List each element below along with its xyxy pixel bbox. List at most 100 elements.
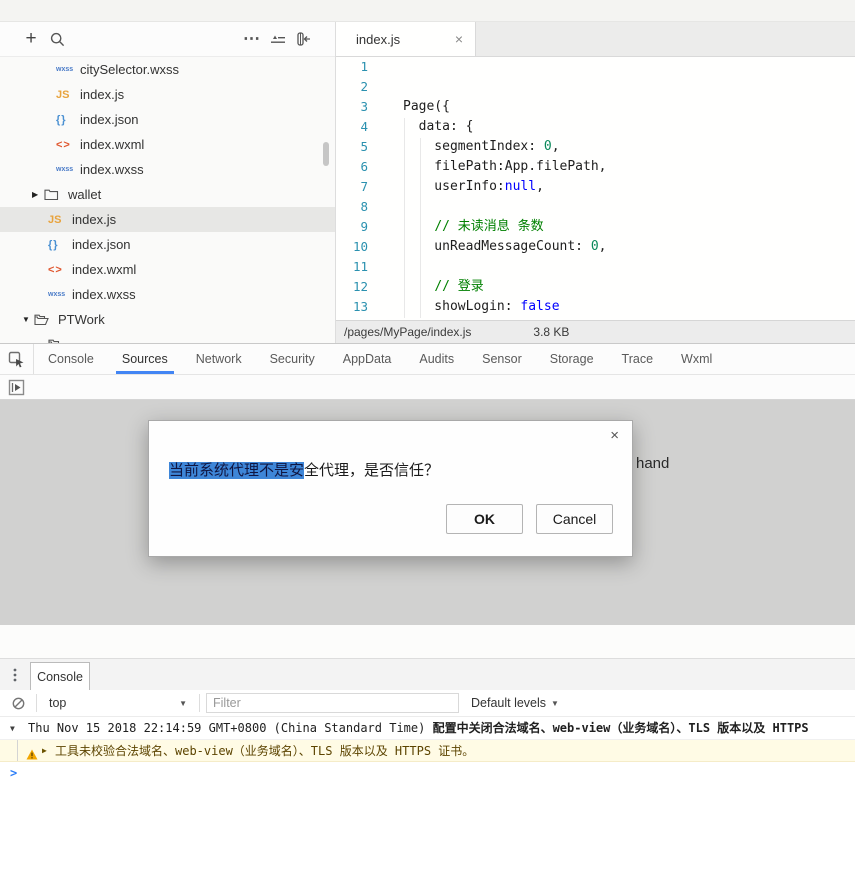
tab-storage[interactable]: Storage xyxy=(536,344,608,374)
wxml-icon: <> xyxy=(56,138,71,151)
stage-bottom-gap xyxy=(0,625,855,658)
search-icon[interactable] xyxy=(44,28,70,50)
tree-file-index-wxml[interactable]: <> index.wxml xyxy=(0,132,335,157)
tree-folder-PTWork[interactable]: ▼ PTWork xyxy=(0,307,335,332)
dialog-close-icon[interactable]: × xyxy=(610,427,619,444)
dialog-message-selected: 当前系统代理不是安 xyxy=(169,462,305,479)
json-icon: {} xyxy=(56,113,67,126)
editor-status-bar: /pages/MyPage/index.js 3.8 KB xyxy=(336,320,855,343)
editor-tab-bar: index.js × xyxy=(336,22,855,57)
add-file-icon[interactable]: + xyxy=(18,28,44,50)
collapsed-arrow-icon[interactable]: ▶ xyxy=(32,190,44,199)
wechat-devtools-window: + ⋯ wxss citySelector.wxss JS index.js {} ind… xyxy=(0,0,855,887)
filter-input[interactable] xyxy=(206,693,459,713)
code-line-8: 8 xyxy=(336,197,855,217)
code-line-12: 12 // 登录 xyxy=(336,277,855,297)
kebab-menu-icon[interactable] xyxy=(0,659,30,690)
inspect-element-icon[interactable] xyxy=(0,344,34,374)
tree-item-label: citySelector.wxss xyxy=(80,62,179,77)
code-line-9: 9 // 未读消息 条数 xyxy=(336,217,855,237)
tree-scrollbar[interactable] xyxy=(323,142,329,166)
line-number: 2 xyxy=(360,79,368,94)
tree-item-label: index.js xyxy=(72,212,117,227)
tree-file-index-js[interactable]: JS index.js xyxy=(0,207,335,232)
cancel-button[interactable]: Cancel xyxy=(536,504,613,534)
tab-wxml[interactable]: Wxml xyxy=(667,344,726,374)
tab-security[interactable]: Security xyxy=(256,344,329,374)
sources-panel: + ⋯ wxss citySelector.wxss JS index.js {} ind… xyxy=(0,22,855,343)
more-options-icon[interactable]: ⋯ xyxy=(239,28,265,50)
code-line-1: 1 xyxy=(336,57,855,77)
show-drawer-icon[interactable] xyxy=(8,379,25,396)
file-path: /pages/MyPage/index.js xyxy=(344,325,472,339)
tree-folder-partial[interactable] xyxy=(0,332,335,343)
console-log-entry[interactable]: ▼ Thu Nov 15 2018 22:14:59 GMT+0800 (Chin… xyxy=(0,717,855,740)
context-selector[interactable]: top ▼ xyxy=(37,696,199,710)
tab-trace[interactable]: Trace xyxy=(608,344,668,374)
editor-tab-indexjs[interactable]: index.js × xyxy=(336,22,476,56)
tab-appdata[interactable]: AppData xyxy=(329,344,406,374)
line-number: 13 xyxy=(352,299,368,314)
collapsed-arrow-icon[interactable]: ▶ xyxy=(42,740,47,761)
wxss-icon: wxss xyxy=(48,291,66,298)
tree-item-label: index.wxml xyxy=(72,262,137,277)
wxss-icon: wxss xyxy=(56,166,74,173)
line-number: 7 xyxy=(360,179,368,194)
tab-console[interactable]: Console xyxy=(34,344,108,374)
tree-file-citySelector-wxss[interactable]: wxss citySelector.wxss xyxy=(0,57,335,82)
scroll-to-top-icon[interactable] xyxy=(265,28,291,50)
ok-button[interactable]: OK xyxy=(446,504,523,534)
expanded-arrow-icon[interactable]: ▼ xyxy=(10,717,15,739)
close-tab-icon[interactable]: × xyxy=(455,31,463,47)
tree-file-index-json[interactable]: {} index.json xyxy=(0,107,335,132)
tree-file-index-wxss[interactable]: wxss index.wxss xyxy=(0,282,335,307)
js-icon: JS xyxy=(48,213,62,226)
console-tab-row: Console xyxy=(0,658,855,690)
folder-icon xyxy=(44,189,68,201)
tree-file-index-wxml[interactable]: <> index.wxml xyxy=(0,257,335,282)
file-explorer-sidebar: + ⋯ wxss citySelector.wxss JS index.js {} ind… xyxy=(0,22,335,343)
console-toolbar: top ▼ Default levels ▼ xyxy=(0,690,855,717)
console-prompt[interactable]: > xyxy=(0,762,855,785)
tab-sources[interactable]: Sources xyxy=(108,344,182,374)
console-drawer: Console top ▼ Default levels ▼ ▼ Thu Nov … xyxy=(0,658,855,887)
code-line-5: 5 segmentIndex: 0, xyxy=(336,137,855,157)
console-tab[interactable]: Console xyxy=(30,662,90,690)
context-selector-value: top xyxy=(49,696,67,710)
tab-network[interactable]: Network xyxy=(182,344,256,374)
devtools-tab-bar: Console Sources Network Security AppData Audi… xyxy=(0,343,855,375)
tree-folder-wallet[interactable]: ▶ wallet xyxy=(0,182,335,207)
clear-console-icon[interactable] xyxy=(0,697,36,710)
indent-guide xyxy=(404,118,405,318)
collapse-sidebar-icon[interactable] xyxy=(291,28,317,50)
chevron-down-icon: ▼ xyxy=(551,698,559,708)
stage-partial-text: hand xyxy=(636,455,670,472)
line-number: 6 xyxy=(360,159,368,174)
tree-file-index-wxss[interactable]: wxss index.wxss xyxy=(0,157,335,182)
code-line-6: 6 filePath:App.filePath, xyxy=(336,157,855,177)
dialog-message: 当前系统代理不是安全代理，是否信任？ xyxy=(169,459,439,480)
tab-audits[interactable]: Audits xyxy=(405,344,468,374)
tree-file-index-json[interactable]: {} index.json xyxy=(0,232,335,257)
indent-guide xyxy=(420,138,421,318)
code-line-13: 13 showLogin: false xyxy=(336,297,855,317)
tree-item-label: index.json xyxy=(80,112,139,127)
file-explorer-toolbar: + ⋯ xyxy=(0,22,335,57)
log-levels-selector[interactable]: Default levels ▼ xyxy=(471,696,559,710)
prompt-chevron: > xyxy=(10,766,18,780)
tree-file-index-js[interactable]: JS index.js xyxy=(0,82,335,107)
proxy-trust-dialog: × 当前系统代理不是安全代理，是否信任？ OK Cancel xyxy=(148,420,633,557)
line-number: 10 xyxy=(352,239,368,254)
file-tree: wxss citySelector.wxss JS index.js {} index.j… xyxy=(0,57,335,343)
console-warning-entry[interactable]: ▶ 工具未校验合法域名、web-view（业务域名）、TLS 版本以及 HTTP… xyxy=(0,740,855,762)
editor-tab-label: index.js xyxy=(356,31,401,47)
window-titlebar-strip xyxy=(0,0,855,22)
wxml-icon: <> xyxy=(48,263,63,276)
folder-open-icon xyxy=(48,339,72,343)
code-line-11: 11 xyxy=(336,257,855,277)
code-editor[interactable]: 1 2 3 Page({4 data: {5 segmentIndex: 0, 6 fi… xyxy=(336,57,855,320)
tab-sensor[interactable]: Sensor xyxy=(468,344,536,374)
line-number: 5 xyxy=(360,139,368,154)
code-line-7: 7 userInfo:null, xyxy=(336,177,855,197)
expanded-arrow-icon[interactable]: ▼ xyxy=(22,315,34,324)
